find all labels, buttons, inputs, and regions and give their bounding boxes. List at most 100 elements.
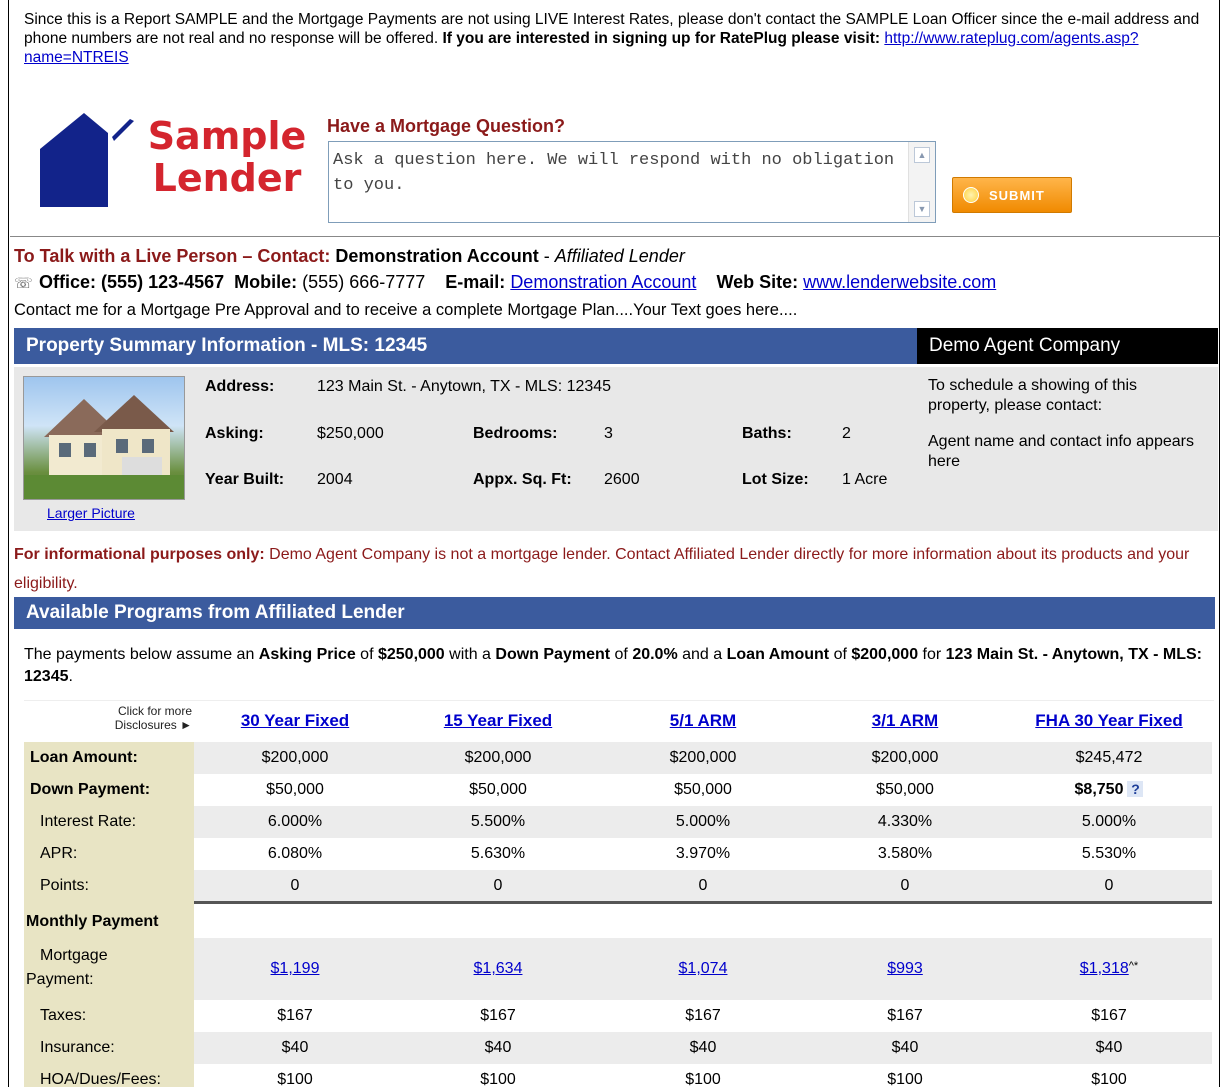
- mobile-number: (555) 666-7777: [302, 272, 426, 292]
- interest-rate-cell: 4.330%: [877, 813, 933, 830]
- assume-t6: of: [829, 646, 852, 663]
- scroll-up-icon[interactable]: ▲: [914, 147, 930, 163]
- question-input[interactable]: [329, 142, 909, 222]
- taxes-cell: $167: [277, 1007, 313, 1024]
- loan-amount-cell: $200,000: [261, 749, 329, 766]
- mortgage-payment-link[interactable]: $993: [887, 960, 923, 977]
- mortgage-payment-cell: $1,199: [200, 960, 390, 978]
- contact-role: Affiliated Lender: [554, 246, 685, 266]
- insurance-cell: $40: [689, 1039, 717, 1056]
- contact-line-2: ☏ Office: (555) 123-4567 Mobile: (555) 6…: [14, 269, 1214, 297]
- contact-tagline: Contact me for a Mortgage Pre Approval a…: [14, 301, 798, 319]
- taxes-cell: $167: [685, 1007, 721, 1024]
- larger-picture-link[interactable]: Larger Picture: [47, 505, 135, 521]
- mortgage-payment-link[interactable]: $1,074: [679, 960, 728, 977]
- assume-t3: with a: [444, 646, 496, 663]
- asking-value: $250,000: [317, 425, 384, 442]
- scroll-down-icon[interactable]: ▼: [914, 201, 930, 217]
- apr-cell: 3.580%: [877, 845, 933, 862]
- col-5-1-arm[interactable]: 5/1 ARM: [608, 711, 798, 731]
- label-insurance: Insurance:: [40, 1039, 115, 1056]
- website-link[interactable]: www.lenderwebsite.com: [803, 272, 996, 292]
- insurance-cell: $40: [1095, 1039, 1123, 1056]
- assume-t7: for: [918, 646, 946, 663]
- col-30-year-fixed[interactable]: 30 Year Fixed: [200, 711, 390, 731]
- down-payment-cell: $50,000: [266, 781, 324, 798]
- hoa-cell: $100: [685, 1071, 721, 1088]
- sqft-value: 2600: [604, 471, 640, 488]
- apr-cell: 3.970%: [675, 845, 731, 862]
- email-label: E-mail:: [445, 272, 506, 292]
- mortgage-payment-link[interactable]: $1,634: [474, 960, 523, 977]
- phone-icon: ☏: [14, 275, 33, 292]
- agent-company-header: Demo Agent Company: [917, 328, 1218, 364]
- notice-bold: If you are interested in signing up for …: [442, 30, 881, 47]
- info-disclaimer: For informational purposes only: Demo Ag…: [14, 540, 1218, 598]
- label-down-payment: Down Payment:: [30, 781, 151, 798]
- lender-logo: Sample Lender: [38, 111, 308, 211]
- divider: [10, 236, 1220, 237]
- insurance-cell: $40: [484, 1039, 512, 1056]
- assume-t4: of: [610, 646, 633, 663]
- points-cell: 0: [493, 877, 503, 894]
- disclosures-link[interactable]: Click for more Disclosures ►: [88, 704, 192, 732]
- apr-cell: 5.530%: [1081, 845, 1137, 862]
- label-mortgage-payment: Mortgage Payment:: [26, 944, 108, 992]
- loan-amount-cell: $200,000: [871, 749, 939, 766]
- assume-b1: Asking Price: [258, 646, 356, 663]
- points-cell: 0: [900, 877, 910, 894]
- agent-note-2: Agent name and contact info appears here: [928, 433, 1194, 470]
- mortgage-payment-cell: $1,074: [608, 960, 798, 978]
- agent-contact-note: To schedule a showing of this property, …: [928, 376, 1198, 472]
- year-built-label: Year Built:: [205, 471, 285, 488]
- question-box: ▲ ▼: [328, 141, 936, 223]
- submit-label: SUBMIT: [989, 187, 1045, 203]
- help-icon[interactable]: ?: [1127, 781, 1144, 797]
- baths-label: Baths:: [742, 425, 792, 442]
- sample-notice: Since this is a Report SAMPLE and the Mo…: [24, 10, 1214, 67]
- bedrooms-label: Bedrooms:: [473, 425, 558, 442]
- submit-button[interactable]: SUBMIT: [952, 177, 1072, 213]
- contact-dash: -: [538, 246, 555, 266]
- col-15-year-fixed[interactable]: 15 Year Fixed: [403, 711, 593, 731]
- label-mortgage-l1: Mortgage: [40, 947, 108, 964]
- label-mortgage-l2: Payment:: [26, 971, 94, 988]
- question-title: Have a Mortgage Question?: [327, 116, 566, 136]
- down-payment-cell: $50,000: [674, 781, 732, 798]
- down-payment-cell: $50,000: [876, 781, 934, 798]
- info-bold: For informational purposes only:: [14, 546, 265, 563]
- label-points: Points:: [40, 877, 89, 894]
- taxes-cell: $167: [887, 1007, 923, 1024]
- address-value: 123 Main St. - Anytown, TX - MLS: 12345: [317, 378, 612, 395]
- mobile-label: Mobile:: [234, 272, 298, 292]
- contact-heading: To Talk with a Live Person – Contact:: [14, 246, 331, 266]
- submit-dot-icon: [963, 187, 979, 203]
- mortgage-payment-link[interactable]: $1,318: [1080, 960, 1129, 977]
- mortgage-payment-cell: $993: [810, 960, 1000, 978]
- hoa-cell: $100: [277, 1071, 313, 1088]
- question-scrollbar[interactable]: ▲ ▼: [908, 142, 935, 222]
- bedrooms-value: 3: [604, 425, 613, 442]
- mortgage-payment-link[interactable]: $1,199: [271, 960, 320, 977]
- property-photo[interactable]: [23, 376, 185, 500]
- page-border-left: [8, 0, 9, 1087]
- hoa-cell: $100: [887, 1071, 923, 1088]
- col-3-1-arm[interactable]: 3/1 ARM: [810, 711, 1000, 731]
- assume-b3: Down Payment: [495, 646, 611, 663]
- web-label: Web Site:: [716, 272, 799, 292]
- assumption-text: The payments below assume an Asking Pric…: [24, 644, 1204, 688]
- interest-rate-cell: 5.000%: [1081, 813, 1137, 830]
- baths-value: 2: [842, 425, 851, 442]
- loan-amount-cell: $245,472: [1075, 749, 1143, 766]
- mortgage-payment-cell: $1,634: [403, 960, 593, 978]
- fha-mortgage-payment-cell: $1,318^*: [1014, 960, 1204, 978]
- interest-rate-cell: 6.000%: [267, 813, 323, 830]
- assume-t8: .: [68, 668, 73, 685]
- contact-block: To Talk with a Live Person – Contact: De…: [14, 243, 1214, 323]
- email-link[interactable]: Demonstration Account: [510, 272, 696, 292]
- hoa-cell: $100: [480, 1071, 516, 1088]
- office-label: Office:: [39, 272, 97, 292]
- points-cell: 0: [1104, 877, 1114, 894]
- lot-size-label: Lot Size:: [742, 471, 809, 488]
- col-fha-30-year-fixed[interactable]: FHA 30 Year Fixed: [1014, 711, 1204, 731]
